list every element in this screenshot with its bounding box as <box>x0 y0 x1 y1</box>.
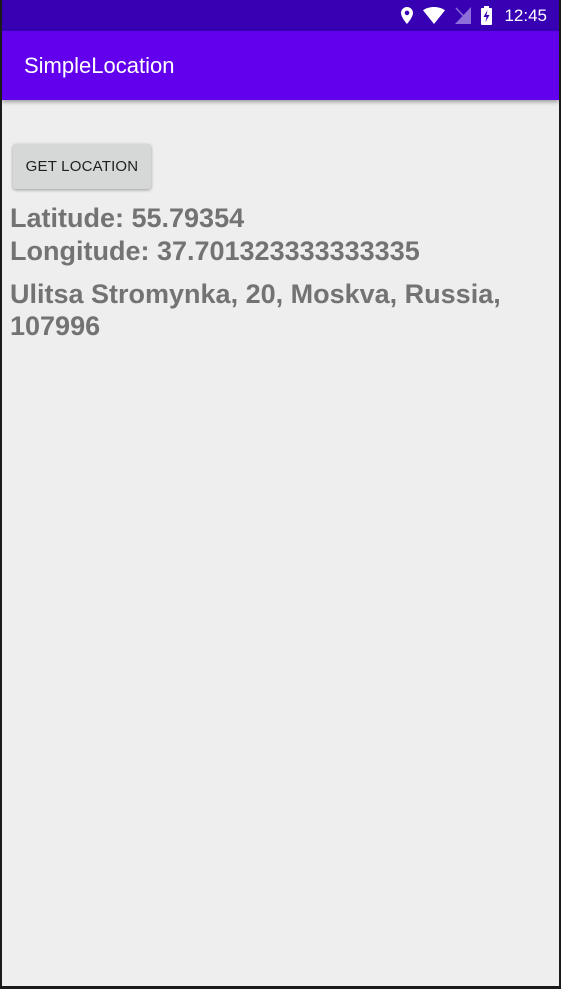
battery-charging-icon <box>481 6 493 25</box>
app-title: SimpleLocation <box>24 53 175 78</box>
no-sim-icon <box>455 7 472 24</box>
app-window: 12:45 SimpleLocation GET LOCATION Latitu… <box>0 0 561 989</box>
main-content: GET LOCATION Latitude: 55.79354 Longitud… <box>2 100 559 986</box>
get-location-button[interactable]: GET LOCATION <box>13 144 151 189</box>
status-icons: 12:45 <box>401 0 547 31</box>
app-bar: SimpleLocation <box>2 31 559 100</box>
status-bar: 12:45 <box>2 0 559 31</box>
longitude-text: Longitude: 37.701323333333335 <box>10 236 420 266</box>
status-clock: 12:45 <box>504 5 547 25</box>
address-text: Ulitsa Stromynka, 20, Moskva, Russia, 10… <box>10 279 501 341</box>
latitude-text: Latitude: 55.79354 <box>10 203 245 233</box>
wifi-icon <box>423 7 446 24</box>
location-pin-icon <box>401 7 414 24</box>
